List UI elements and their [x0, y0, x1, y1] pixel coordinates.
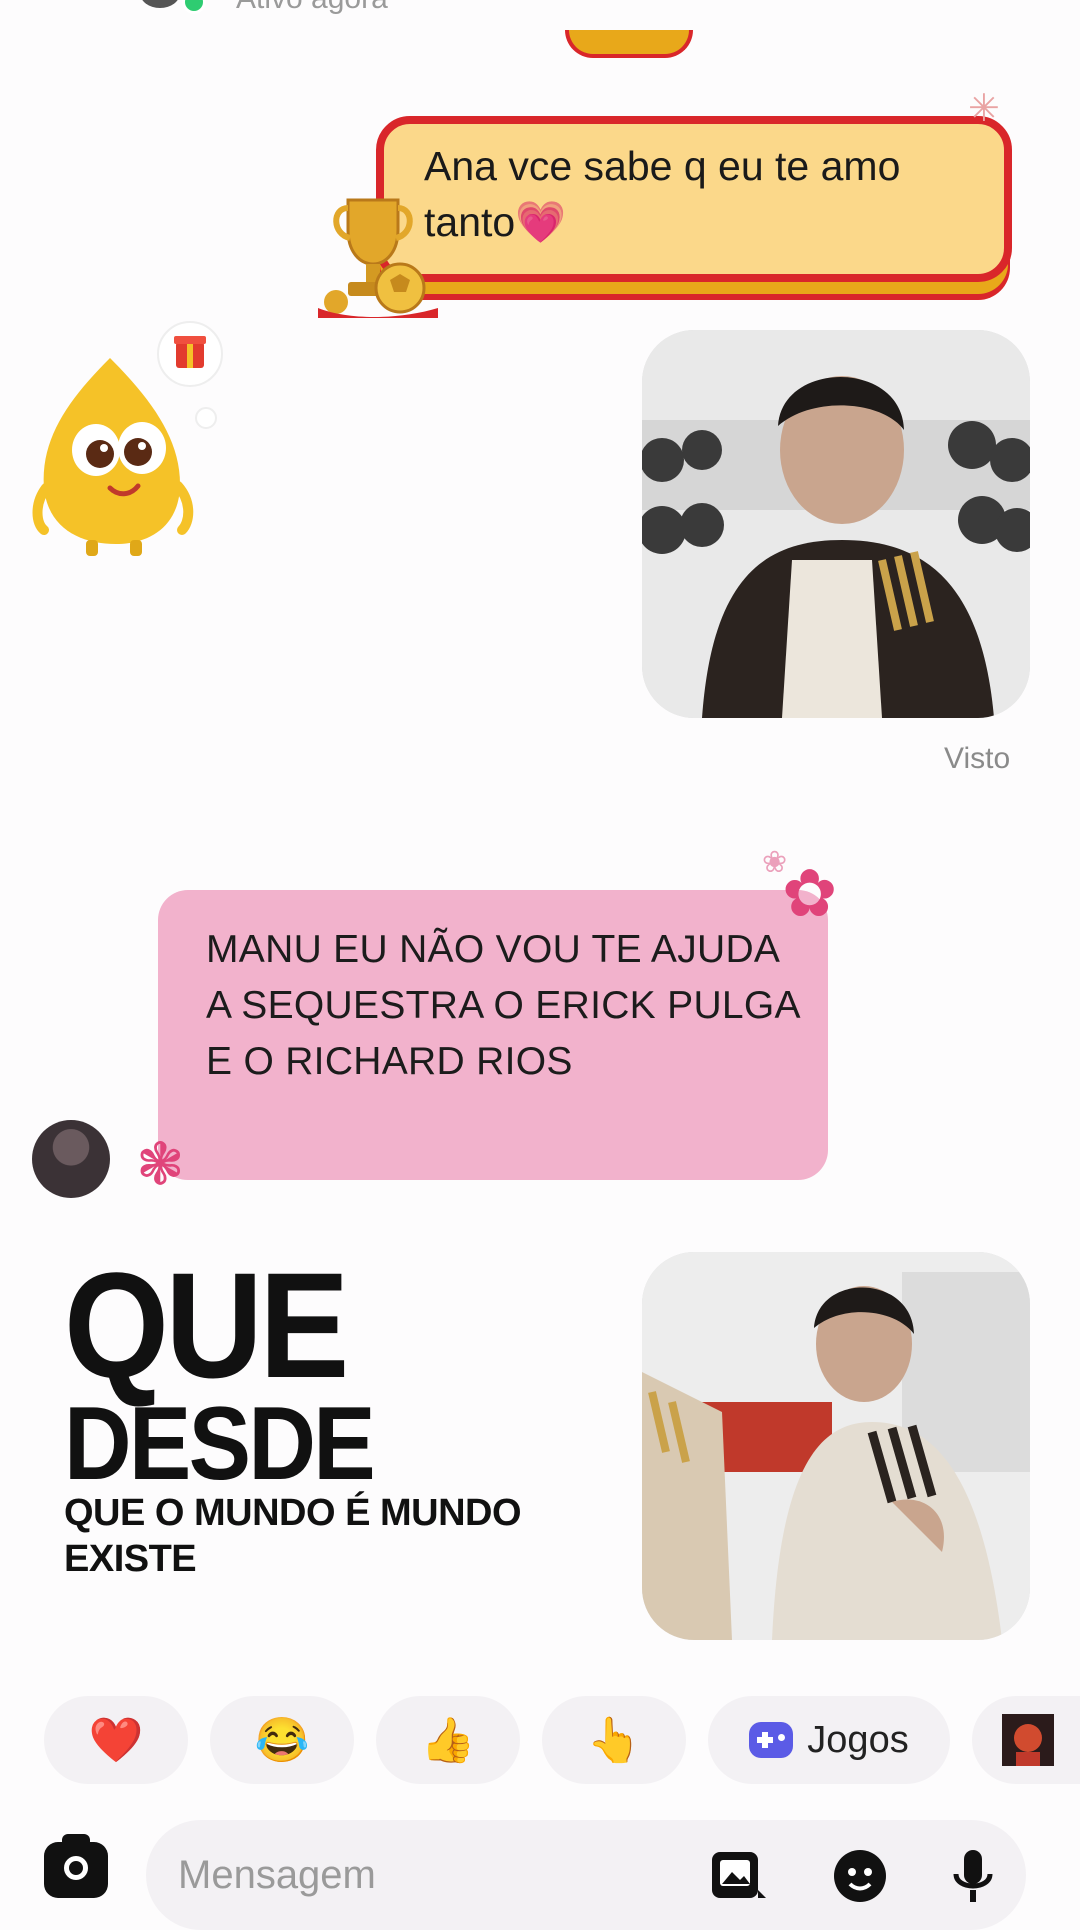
trophy-icon: [318, 198, 438, 318]
message-input[interactable]: [146, 1820, 1026, 1930]
flower-decoration-bottom-icon: ❃: [136, 1132, 185, 1197]
sticker-thumbnail-icon: [1002, 1714, 1054, 1766]
gallery-sticker-icon[interactable]: [708, 1846, 768, 1914]
quick-reaction-heart[interactable]: ❤️: [44, 1696, 188, 1784]
sent-message-text: Ana vce sabe q eu te amo tanto💗: [424, 143, 901, 245]
photo-image-2: [642, 1252, 1030, 1640]
sticker-chip[interactable]: [972, 1696, 1080, 1784]
quick-reaction-thumbs-up[interactable]: 👍: [376, 1696, 520, 1784]
pointing-hand-icon: 👆: [586, 1716, 642, 1765]
shared-photo-2[interactable]: [642, 1252, 1030, 1640]
caption-line-mundo: QUE O MUNDO É MUNDO EXISTE: [64, 1492, 522, 1580]
sticker-face-icon[interactable]: [830, 1846, 890, 1914]
caption-line-que: QUE: [64, 1241, 349, 1409]
camera-button[interactable]: [44, 1834, 108, 1898]
thumbs-up-icon: 👍: [420, 1716, 476, 1765]
microphone-icon[interactable]: [948, 1846, 998, 1914]
photo-image: [642, 330, 1030, 718]
quick-reaction-laugh[interactable]: 😂: [210, 1696, 354, 1784]
games-button[interactable]: Jogos: [708, 1696, 950, 1784]
seen-receipt: Visto: [944, 742, 1011, 775]
quick-reaction-point[interactable]: 👆: [542, 1696, 686, 1784]
sender-avatar[interactable]: [32, 1120, 110, 1198]
flower-decoration-icon: ✿: [782, 856, 838, 930]
games-label: Jogos: [807, 1718, 909, 1761]
heart-icon: ❤️: [88, 1716, 144, 1765]
active-status-text: Ativo agora: [236, 0, 388, 16]
online-status-dot: [182, 0, 206, 14]
header-avatar[interactable]: [140, 0, 180, 8]
gamepad-icon: [749, 1722, 794, 1758]
sticker-ribbon-decoration: [565, 30, 693, 58]
caption-line-desde: DESDE: [64, 1386, 376, 1502]
laugh-emoji-icon: 😂: [254, 1716, 310, 1765]
shared-photo[interactable]: [642, 330, 1030, 718]
sparkle-icon: ✳: [968, 88, 1000, 130]
mascot-sticker[interactable]: [30, 318, 240, 558]
received-message-text: MANU EU NÃO VOU TE AJUDA A SEQUESTRA O E…: [206, 928, 799, 1083]
